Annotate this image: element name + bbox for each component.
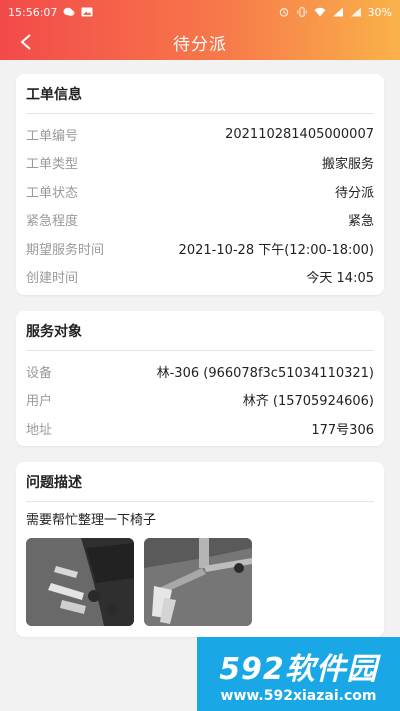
row-value: 177号306 (311, 422, 374, 438)
row-label: 工单状态 (26, 185, 79, 201)
problem-title: 问题描述 (26, 462, 374, 502)
photo-list (26, 538, 374, 626)
watermark-url: www.592xiazai.com (220, 688, 377, 704)
info-row-order-type: 工单类型 搬家服务 (26, 149, 374, 178)
nav-bar: 待分派 (0, 24, 400, 60)
status-bar: 15:56:07 30% (0, 0, 400, 24)
service-target-card: 服务对象 设备 林-306 (966078f3c51034110321) 用户 … (16, 311, 384, 446)
problem-card: 问题描述 需要帮忙整理一下椅子 (16, 462, 384, 637)
info-row-user: 用户 林齐 (15705924606) (26, 386, 374, 415)
row-value: 今天 14:05 (306, 271, 374, 287)
row-label: 紧急程度 (26, 214, 79, 230)
info-row-expected-time: 期望服务时间 2021-10-28 下午(12:00-18:00) (26, 234, 374, 263)
row-value: 搬家服务 (321, 157, 374, 173)
row-label: 创建时间 (26, 271, 79, 287)
signal-icon (350, 7, 361, 17)
row-label: 用户 (26, 394, 53, 410)
work-order-card: 工单信息 工单编号 202110281405000007 工单类型 搬家服务 工… (16, 74, 384, 295)
chair-photo-1[interactable] (26, 538, 134, 626)
info-row-urgency: 紧急程度 紧急 (26, 206, 374, 235)
info-row-created-time: 创建时间 今天 14:05 (26, 263, 374, 292)
image-icon (81, 7, 93, 17)
info-row-order-status: 工单状态 待分派 (26, 177, 374, 206)
row-value: 202110281405000007 (225, 126, 374, 142)
row-value: 待分派 (334, 185, 374, 201)
back-button[interactable] (12, 28, 40, 56)
wechat-icon (63, 7, 75, 16)
watermark-main: 592软件园 (219, 652, 378, 687)
vibrate-icon (296, 7, 307, 17)
row-label: 地址 (26, 422, 53, 438)
battery-level: 30% (367, 5, 392, 19)
row-label: 期望服务时间 (26, 242, 105, 258)
info-row-order-number: 工单编号 202110281405000007 (26, 120, 374, 149)
wifi-icon (314, 7, 326, 17)
row-value: 2021-10-28 下午(12:00-18:00) (178, 242, 374, 258)
row-label: 工单类型 (26, 157, 79, 173)
chair-photo-2[interactable] (144, 538, 252, 626)
service-target-title: 服务对象 (26, 311, 374, 351)
info-row-address: 地址 177号306 (26, 414, 374, 443)
info-row-device: 设备 林-306 (966078f3c51034110321) (26, 357, 374, 386)
row-value: 林齐 (15705924606) (242, 394, 374, 410)
row-value: 林-306 (966078f3c51034110321) (156, 365, 374, 381)
page-title: 待分派 (173, 34, 227, 55)
row-label: 设备 (26, 365, 53, 381)
work-order-title: 工单信息 (26, 74, 374, 114)
signal-icon (332, 7, 343, 17)
problem-description: 需要帮忙整理一下椅子 (26, 512, 157, 528)
alarm-icon (279, 8, 288, 17)
chevron-left-icon (20, 34, 31, 50)
row-label: 工单编号 (26, 128, 79, 144)
header-bar: 15:56:07 30% 待分派 (0, 0, 400, 60)
row-value: 紧急 (347, 214, 374, 230)
watermark-logo: 592软件园 www.592xiazai.com (197, 637, 400, 711)
status-time: 15:56:07 (8, 5, 58, 19)
